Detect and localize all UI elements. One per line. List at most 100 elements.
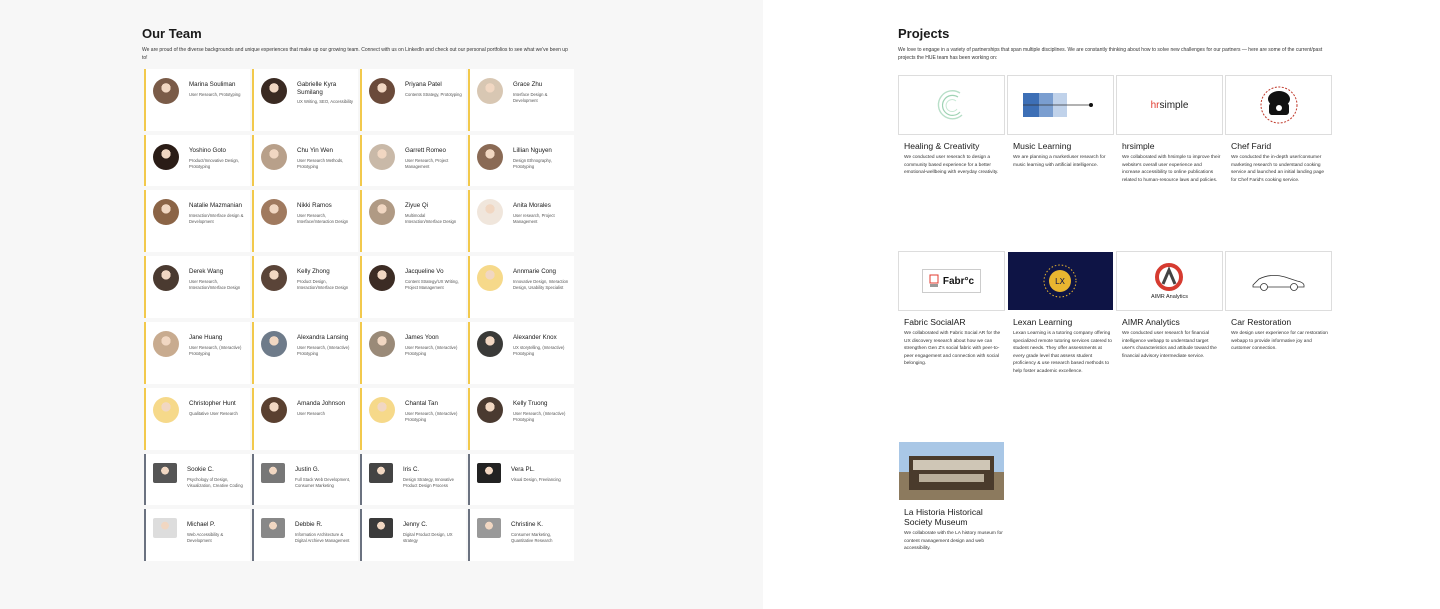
team-member-card[interactable]: Kelly Truong User Research, (Interactive)… [468,388,574,450]
team-member-card[interactable]: Annmarie Cong Innovative Design, Interact… [468,256,574,318]
member-role: Psychology of Design, Visualization, Cre… [187,476,243,489]
project-card[interactable]: hrsimple hrsimple We collaborated with hrs… [1116,75,1223,251]
project-title[interactable]: Music Learning [1013,141,1114,151]
member-info: Kelly Zhong Product Design, Interaction/I… [297,264,354,292]
team-member-card[interactable]: Sookie C. Psychology of Design, Visualiza… [144,454,250,505]
team-member-card[interactable]: Jane Huang User Research, (Interactive) P… [144,322,250,384]
avatar [153,78,179,104]
project-thumbnail[interactable] [1007,75,1114,135]
member-info: Jenny C. Digital Product Design, UX strat… [403,517,462,545]
team-member-card[interactable]: Marina Souliman User Research, Prototypin… [144,69,250,131]
team-member-card[interactable]: Natalie Mazmanian Interaction/Interface d… [144,190,250,252]
member-name: Derek Wang [189,268,224,275]
project-card[interactable]: Music Learning We are planning a market/u… [1007,75,1114,251]
member-role: Consumer Marketing, Quantitative Researc… [511,531,553,544]
project-title[interactable]: La Historia Historical Society Museum [904,507,1005,527]
team-member-card[interactable]: Christopher Hunt Qualitative User Researc… [144,388,250,450]
member-name: Garrett Romeo [405,147,446,154]
lexan-logo-text: LX [1055,277,1065,286]
member-role: Product Design, Interaction/Interface De… [297,278,349,291]
team-member-card[interactable]: Chu Yin Wen User Research Methods, Protot… [252,135,358,186]
team-member-card[interactable]: Nikki Ramos User Research, Interface/Inte… [252,190,358,252]
fabric-mark-icon [929,274,939,287]
team-member-card[interactable]: Debbie R. Information Architecture & Digi… [252,509,358,561]
team-member-card[interactable]: Justin G. Full Stack Web Development, Con… [252,454,358,505]
project-description: Lexan Learning is a tutoring company off… [1013,331,1112,374]
team-member-card[interactable]: Chantal Tan User Research, (Interactive) … [360,388,466,450]
member-name: Chantal Tan [405,400,438,407]
team-member-card[interactable]: Garrett Romeo User Research, Project Mana… [360,135,466,186]
project-card[interactable]: Car Restoration We design user experience… [1225,251,1332,441]
team-member-card[interactable]: James Yoon User Research, (Interactive) P… [360,322,466,384]
project-card[interactable]: La Historia Historical Society Museum We … [898,441,1005,561]
member-info: Grace Zhu Interface Design & Development [513,77,570,105]
avatar [477,463,501,483]
member-role: Innovative Design, Interaction Design, U… [513,278,569,291]
member-role: Multimodal Interaction/Interface Design [405,212,457,225]
avatar [261,463,285,483]
member-role: Digital Product Design, UX strategy [403,531,453,544]
team-member-card[interactable]: Lillian Nguyen Design Ethnography, Protot… [468,135,574,186]
project-thumbnail[interactable]: AIMR Analytics [1116,251,1223,311]
project-title[interactable]: Chef Farid [1231,141,1332,151]
team-member-card[interactable]: Anita Morales User research, Project Mana… [468,190,574,252]
member-role: Information Architecture & Digital Archi… [295,531,350,544]
project-card[interactable]: Healing & Creativity We conducted user re… [898,75,1005,251]
team-member-card[interactable]: Amanda Johnson User Research [252,388,358,450]
project-thumbnail[interactable] [1225,75,1332,135]
member-info: Iris C. Design Strategy, Innovative Produ… [403,462,462,490]
project-card[interactable]: LX Lexan Learning Lexan Learning is a tuto… [1007,251,1114,441]
project-thumbnail[interactable] [898,441,1005,501]
project-card[interactable]: AIMR Analytics AIMR Analytics We conducted… [1116,251,1223,441]
team-member-card[interactable]: Christine K. Consumer Marketing, Quantita… [468,509,574,561]
project-thumbnail[interactable]: hrsimple [1116,75,1223,135]
team-member-card[interactable]: Grace Zhu Interface Design & Development [468,69,574,131]
member-role: Web Accessibility & Development [187,531,224,544]
team-member-card[interactable]: Gabrielle Kyra Sumilang UX Writing, SEO, … [252,69,358,131]
avatar [369,331,395,357]
project-title[interactable]: Healing & Creativity [904,141,1005,151]
avatar [261,331,287,357]
team-member-card[interactable]: Ziyue Qi Multimodal Interaction/Interface… [360,190,466,252]
team-member-card[interactable]: Iris C. Design Strategy, Innovative Produ… [360,454,466,505]
member-info: Derek Wang User Research, Interaction/Int… [189,264,246,292]
project-thumbnail[interactable] [1225,251,1332,311]
project-title[interactable]: Car Restoration [1231,317,1332,327]
member-info: Christine K. Consumer Marketing, Quantita… [511,517,570,545]
member-info: Nikki Ramos User Research, Interface/Inte… [297,198,354,226]
member-name: Jacqueline Vo [405,268,444,275]
member-name: Kelly Truong [513,400,548,407]
aimr-logo: AIMR Analytics [1151,262,1188,300]
project-card[interactable]: Chef Farid We conducted the in-depth user… [1225,75,1332,251]
team-member-card[interactable]: Alexandra Lansing User Research, (Interac… [252,322,358,384]
member-name: Debbie R. [295,521,323,528]
avatar [477,518,501,538]
team-member-card[interactable]: Jacqueline Vo Content Strategy/UX Writing… [360,256,466,318]
member-info: Amanda Johnson User Research [297,396,345,417]
team-member-card[interactable]: Alexander Knox UX storytelling, (Interact… [468,322,574,384]
member-role: User Research, (Interactive) Prototyping [405,410,458,423]
project-title[interactable]: Fabric SocialAR [904,317,1005,327]
project-title[interactable]: hrsimple [1122,141,1223,151]
member-info: Lillian Nguyen Design Ethnography, Protot… [513,143,570,171]
avatar [153,463,177,483]
avatar [477,199,503,225]
team-member-card[interactable]: Jenny C. Digital Product Design, UX strat… [360,509,466,561]
member-info: Sookie C. Psychology of Design, Visualiza… [187,462,246,490]
project-title[interactable]: Lexan Learning [1013,317,1114,327]
project-title[interactable]: AIMR Analytics [1122,317,1223,327]
team-member-card[interactable]: Derek Wang User Research, Interaction/Int… [144,256,250,318]
member-name: Lillian Nguyen [513,147,552,154]
team-member-card[interactable]: Vera PL. Visual Design, Freelancing [468,454,574,505]
team-member-card[interactable]: Priyana Patel Contents Strategy, Prototyp… [360,69,466,131]
project-thumbnail[interactable]: LX [1007,251,1114,311]
project-thumbnail[interactable] [898,75,1005,135]
member-name: Alexandra Lansing [297,334,349,341]
team-member-card[interactable]: Michael P. Web Accessibility & Developmen… [144,509,250,561]
project-card[interactable]: Fabr°c Fabric SocialAR We collaborated wit… [898,251,1005,441]
project-thumbnail[interactable]: Fabr°c [898,251,1005,311]
fabric-wordmark: Fabr°c [942,275,975,287]
member-role: User Research Methods, Prototyping [297,157,344,170]
team-member-card[interactable]: Yoshino Goto Product/Innovative Design, P… [144,135,250,186]
team-member-card[interactable]: Kelly Zhong Product Design, Interaction/I… [252,256,358,318]
